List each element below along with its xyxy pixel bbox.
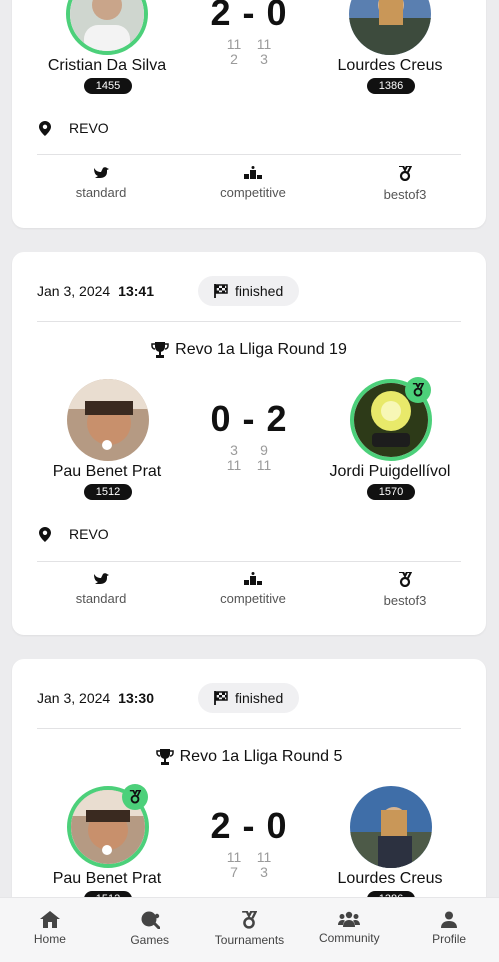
venue-name: REVO xyxy=(69,526,109,542)
dove-icon xyxy=(94,573,109,584)
match-date: Jan 3, 2024 xyxy=(37,690,111,706)
nav-tournaments-label: Tournaments xyxy=(214,933,285,947)
venue: REVO xyxy=(39,120,109,136)
nav-games[interactable]: Games xyxy=(100,898,200,962)
status-badge: finished xyxy=(198,276,300,306)
match-card[interactable]: Jan 3, 2024 13:30 finished Revo 1a Lliga… xyxy=(12,659,486,919)
dove-icon xyxy=(94,167,109,178)
divider xyxy=(37,154,461,155)
medal-icon xyxy=(412,383,424,397)
option-mode-label: competitive xyxy=(220,591,286,606)
checkered-flag-icon xyxy=(214,284,228,298)
match-options: standard competitive bestof3 xyxy=(37,166,461,210)
medal-icon xyxy=(242,911,258,929)
home-icon xyxy=(39,911,60,928)
tournament-name: Revo 1a Lliga Round 5 xyxy=(179,748,343,765)
set2-p2: 3 xyxy=(260,864,268,880)
player2-name[interactable]: Jordi Puigdellívol xyxy=(300,463,480,481)
option-mode: competitive xyxy=(183,166,323,210)
player1-name[interactable]: Pau Benet Prat xyxy=(17,870,197,888)
status-label: finished xyxy=(235,690,284,706)
checkered-flag-icon xyxy=(214,691,228,705)
set-scores: 11 11 7 3 xyxy=(219,850,279,880)
venue: REVO xyxy=(39,526,109,542)
tournament-link[interactable]: Revo 1a Lliga Round 19 xyxy=(12,341,486,359)
nav-home-label: Home xyxy=(33,932,66,946)
divider xyxy=(37,561,461,562)
set1-p2: 11 xyxy=(256,849,272,865)
bottom-navigation: Home Games Tournaments Community Profile xyxy=(0,897,499,962)
set1-p1: 3 xyxy=(230,442,238,458)
trophy-icon xyxy=(151,342,169,358)
location-pin-icon xyxy=(39,526,51,542)
option-mode: competitive xyxy=(183,572,323,616)
player2-elo-badge: 1570 xyxy=(367,484,415,500)
match-options: standard competitive bestof3 xyxy=(37,572,461,616)
option-format: standard xyxy=(31,166,171,210)
match-header: Jan 3, 2024 13:30 finished xyxy=(37,683,461,713)
set2-p1: 7 xyxy=(230,864,238,880)
match-time: 13:30 xyxy=(118,690,154,706)
option-format-label: standard xyxy=(75,591,127,606)
medal-icon xyxy=(399,572,412,587)
status-label: finished xyxy=(235,283,284,299)
divider xyxy=(37,321,461,322)
match-header: Jan 3, 2024 13:41 finished xyxy=(37,276,461,306)
option-mode-label: competitive xyxy=(220,185,286,200)
nav-profile[interactable]: Profile xyxy=(399,898,499,962)
option-format: standard xyxy=(31,572,171,616)
option-series: bestof3 xyxy=(335,166,475,210)
set2-p2: 11 xyxy=(256,457,272,473)
match-card[interactable]: Cristian Da Silva 1455 2 - 0 11 11 23 Lou… xyxy=(12,0,486,228)
set1-p2: 11 xyxy=(256,36,272,52)
nav-community[interactable]: Community xyxy=(299,898,399,962)
option-series-label: bestof3 xyxy=(383,187,427,202)
player2-avatar[interactable] xyxy=(349,0,431,55)
podium-icon xyxy=(244,572,262,585)
person-icon xyxy=(441,911,458,928)
nav-games-label: Games xyxy=(130,933,170,947)
option-series: bestof3 xyxy=(335,572,475,616)
set-scores: 11 11 2 3 xyxy=(219,37,279,67)
player1-elo-badge: 1512 xyxy=(84,484,132,500)
nav-home[interactable]: Home xyxy=(0,898,100,962)
match-date: Jan 3, 2024 xyxy=(37,283,111,299)
nav-profile-label: Profile xyxy=(432,932,467,946)
set2-p1: 11 xyxy=(226,457,242,473)
tournament-link[interactable]: Revo 1a Lliga Round 5 xyxy=(12,748,486,766)
player1-name[interactable]: Cristian Da Silva xyxy=(17,57,197,75)
trophy-icon xyxy=(155,749,174,765)
podium-icon xyxy=(244,166,262,179)
community-icon xyxy=(338,911,361,927)
match-card[interactable]: Jan 3, 2024 13:41 finished Revo 1a Lliga… xyxy=(12,252,486,635)
nav-tournaments[interactable]: Tournaments xyxy=(200,898,300,962)
set1-p1: 11 xyxy=(226,36,242,52)
tournament-name: Revo 1a Lliga Round 19 xyxy=(175,341,347,358)
status-badge: finished xyxy=(198,683,300,713)
player2-avatar[interactable] xyxy=(350,786,432,868)
player2-name[interactable]: Lourdes Creus xyxy=(300,57,480,75)
match-time: 13:41 xyxy=(118,283,154,299)
player1-elo-badge: 1455 xyxy=(84,78,132,94)
option-format-label: standard xyxy=(75,185,127,200)
nav-community-label: Community xyxy=(318,931,380,945)
player2-elo-badge: 1386 xyxy=(367,78,415,94)
set1-p1: 11 xyxy=(226,849,242,865)
set-scores: 3 9 11 11 xyxy=(219,443,279,473)
set2-p1: 2 xyxy=(230,51,238,67)
medal-icon xyxy=(399,166,412,181)
option-series-label: bestof3 xyxy=(383,593,427,608)
divider xyxy=(37,728,461,729)
set1-p2: 9 xyxy=(260,442,268,458)
player1-name[interactable]: Pau Benet Prat xyxy=(17,463,197,481)
winner-medal-badge xyxy=(405,377,431,403)
location-pin-icon xyxy=(39,120,51,136)
venue-name: REVO xyxy=(69,120,109,136)
player2-name[interactable]: Lourdes Creus xyxy=(300,870,480,888)
medal-icon xyxy=(129,790,141,804)
ping-pong-icon xyxy=(141,911,160,929)
set2-p2: 3 xyxy=(260,51,268,67)
